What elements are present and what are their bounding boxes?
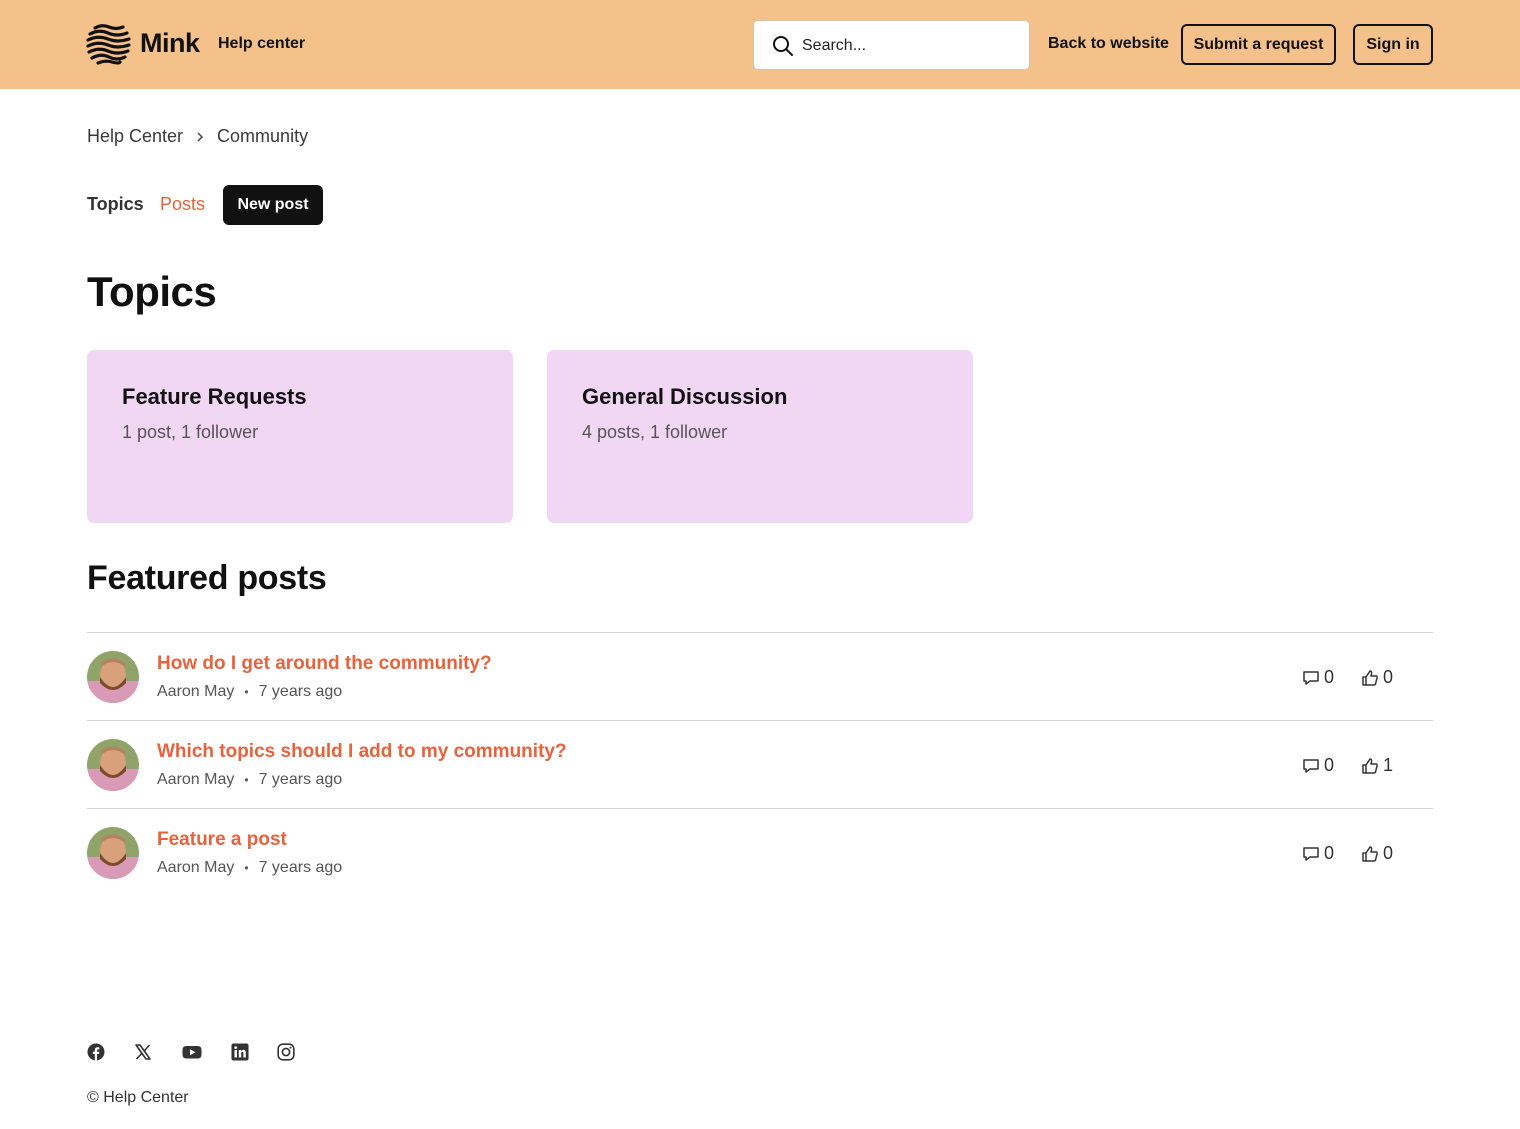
avatar[interactable] (87, 739, 139, 791)
meta-separator: • (244, 685, 249, 699)
featured-posts-list: How do I get around the community? Aaron… (87, 632, 1433, 896)
comment-count-value: 0 (1324, 667, 1335, 687)
post-title-link[interactable]: Feature a post (157, 829, 287, 851)
search-box[interactable] (753, 20, 1030, 70)
meta-separator: • (244, 773, 249, 787)
vote-count-value: 1 (1383, 755, 1394, 775)
vote-count-value: 0 (1383, 667, 1394, 687)
comment-count: 0 (1302, 755, 1334, 776)
comment-icon (1303, 846, 1319, 861)
post-meta: Aaron May • 7 years ago (157, 859, 342, 877)
avatar[interactable] (87, 827, 139, 879)
sign-in-button[interactable]: Sign in (1353, 24, 1433, 65)
breadcrumb: Help Center Community (87, 126, 308, 147)
post-author[interactable]: Aaron May (157, 859, 234, 877)
x-icon[interactable] (134, 1043, 152, 1061)
linkedin-icon[interactable] (231, 1043, 249, 1061)
comment-icon (1303, 758, 1319, 773)
topic-title[interactable]: Feature Requests (122, 384, 307, 410)
youtube-icon[interactable] (182, 1043, 202, 1061)
featured-posts-title: Featured posts (87, 559, 327, 597)
post-meta: Aaron May • 7 years ago (157, 771, 342, 789)
help-center-label[interactable]: Help center (218, 35, 305, 53)
breadcrumb-help-center[interactable]: Help Center (87, 126, 183, 147)
list-item: Which topics should I add to my communit… (87, 720, 1433, 808)
post-time: 7 years ago (258, 771, 343, 788)
search-input[interactable] (802, 33, 1012, 59)
site-header: Mink Help center Back to website Submit … (0, 0, 1520, 89)
search-icon (773, 36, 793, 56)
back-to-website-link[interactable]: Back to website (1048, 35, 1169, 53)
tab-posts[interactable]: Posts (160, 194, 205, 215)
breadcrumb-community[interactable]: Community (217, 126, 308, 147)
topic-card-feature-requests[interactable]: Feature Requests 1 post, 1 follower (87, 350, 513, 523)
mink-logo-icon[interactable] (86, 22, 132, 66)
vote-count: 1 (1361, 755, 1393, 776)
facebook-icon[interactable] (87, 1043, 105, 1061)
thumbs-up-icon (1362, 669, 1378, 686)
post-meta: Aaron May • 7 years ago (157, 683, 342, 701)
post-title-link[interactable]: How do I get around the community? (157, 653, 492, 675)
topic-card-general-discussion[interactable]: General Discussion 4 posts, 1 follower (547, 350, 973, 523)
post-author[interactable]: Aaron May (157, 771, 234, 789)
vote-count-value: 0 (1383, 843, 1394, 863)
comment-count: 0 (1302, 667, 1334, 688)
post-author[interactable]: Aaron May (157, 683, 234, 701)
page-title: Topics (87, 268, 217, 315)
comment-count-value: 0 (1324, 843, 1335, 863)
new-post-button[interactable]: New post (223, 185, 323, 225)
chevron-right-icon (197, 131, 204, 142)
instagram-icon[interactable] (277, 1043, 295, 1061)
tab-topics[interactable]: Topics (87, 194, 144, 215)
brand-name[interactable]: Mink (140, 28, 200, 59)
post-title-link[interactable]: Which topics should I add to my communit… (157, 741, 567, 763)
meta-separator: • (244, 861, 249, 875)
post-time: 7 years ago (258, 683, 343, 700)
post-time: 7 years ago (258, 859, 343, 876)
thumbs-up-icon (1362, 757, 1378, 774)
vote-count: 0 (1361, 667, 1393, 688)
copyright-text: © Help Center (87, 1089, 189, 1106)
comment-count-value: 0 (1324, 755, 1335, 775)
topic-meta: 1 post, 1 follower (122, 422, 259, 442)
topic-meta: 4 posts, 1 follower (582, 422, 728, 442)
list-item: How do I get around the community? Aaron… (87, 632, 1433, 720)
comment-count: 0 (1302, 843, 1334, 864)
topic-title[interactable]: General Discussion (582, 384, 787, 410)
submit-request-button[interactable]: Submit a request (1181, 24, 1336, 65)
vote-count: 0 (1361, 843, 1393, 864)
thumbs-up-icon (1362, 845, 1378, 862)
list-item: Feature a post Aaron May • 7 years ago 0… (87, 808, 1433, 896)
avatar[interactable] (87, 651, 139, 703)
comment-icon (1303, 670, 1319, 685)
